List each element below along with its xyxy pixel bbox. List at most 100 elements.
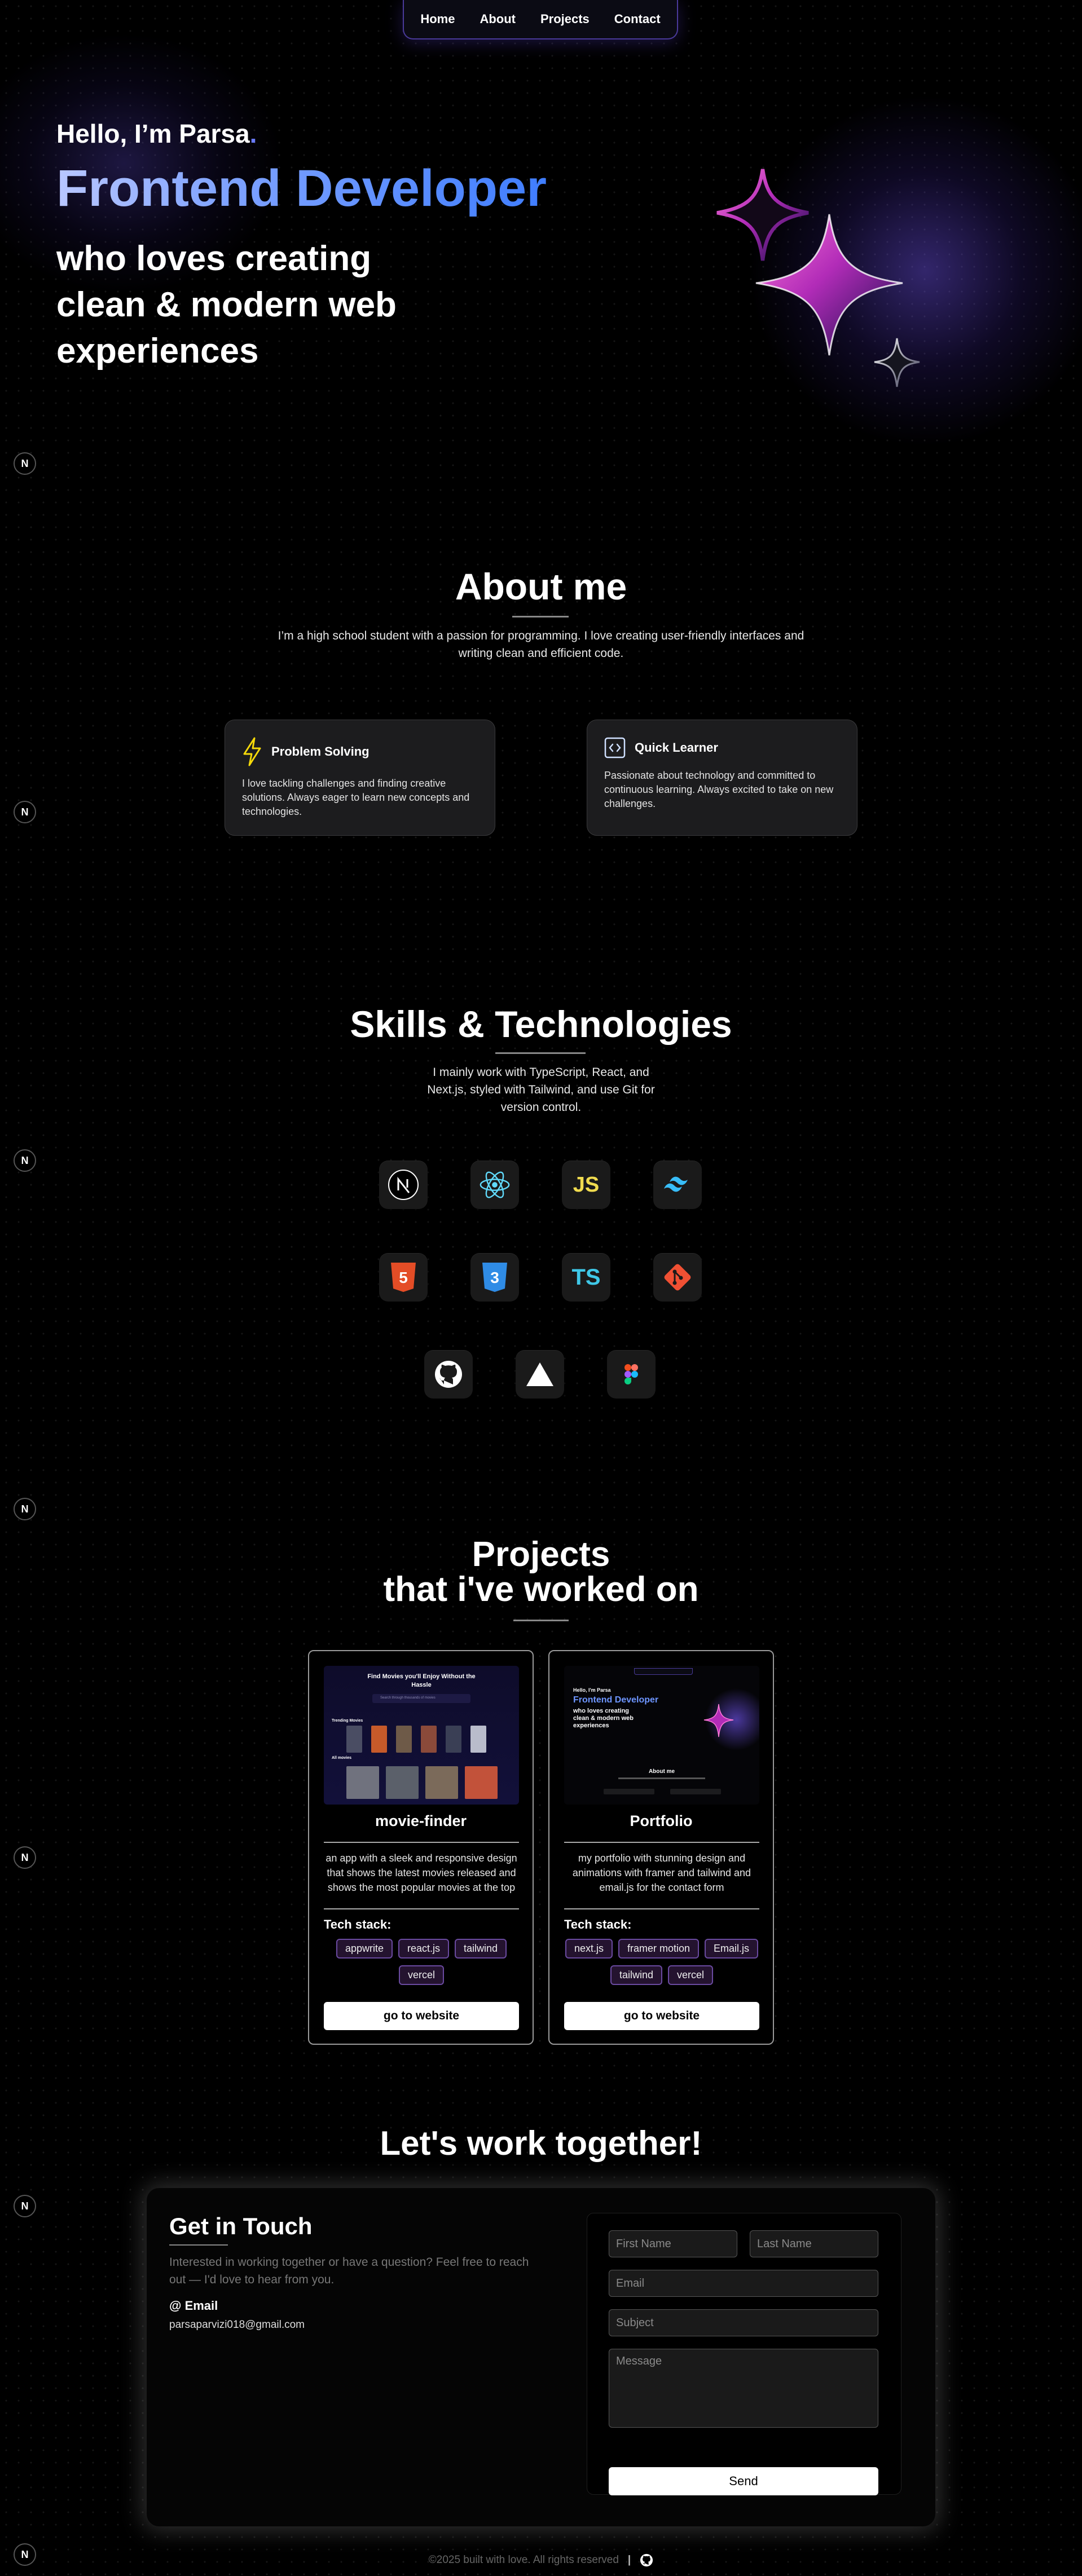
top-nav: Home About Projects Contact: [403, 0, 678, 39]
figma-skill[interactable]: [607, 1350, 656, 1399]
nav-about-link[interactable]: About: [480, 12, 516, 27]
nextjs-badge-icon[interactable]: N: [14, 1149, 36, 1172]
footer-text: ©2025 built with love. All rights reserv…: [428, 2554, 619, 2566]
hero-greeting: Hello, I’m Parsa.: [56, 118, 257, 149]
vercel-skill[interactable]: [516, 1350, 564, 1399]
skills-text: I mainly work with TypeScript, React, an…: [427, 1066, 655, 1114]
tech-stack-tags: appwrite react.js tailwind vercel: [324, 1939, 519, 1985]
project-screenshot-hello: Hello, I'm Parsa: [573, 1687, 611, 1693]
css3-skill[interactable]: 3: [470, 1253, 519, 1302]
nextjs-badge-icon[interactable]: N: [14, 801, 36, 823]
nextjs-skill[interactable]: [379, 1161, 428, 1209]
project-screenshot-trending: Trending Movies: [332, 1719, 363, 1723]
tech-stack-tags: next.js framer motion Email.js tailwind …: [564, 1939, 759, 1985]
javascript-icon: JS: [573, 1172, 600, 1197]
nav-projects-link[interactable]: Projects: [540, 12, 590, 27]
contact-form: Send: [587, 2213, 901, 2495]
git-skill[interactable]: [653, 1253, 702, 1302]
skills-title: Skills & Technologies: [350, 1003, 732, 1045]
project-screenshot-sub: who loves creating clean & modern web ex…: [573, 1708, 634, 1729]
project-card-portfolio: Hello, I'm Parsa Frontend Developer who …: [548, 1650, 774, 2045]
project-title: Portfolio: [630, 1812, 693, 1829]
project-description: an app with a sleek and responsive desig…: [326, 1852, 517, 1893]
project-title: movie-finder: [375, 1812, 467, 1829]
tailwind-icon: [664, 1176, 688, 1192]
javascript-skill[interactable]: JS: [562, 1161, 610, 1209]
contact-panel: Get in Touch Interested in working toget…: [147, 2188, 935, 2526]
tech-tag: appwrite: [336, 1939, 393, 1959]
about-title: About me: [455, 566, 627, 607]
nav-home-link[interactable]: Home: [420, 12, 455, 27]
project-screenshot-about: About me: [648, 1768, 675, 1775]
typescript-skill[interactable]: TS: [562, 1253, 610, 1302]
about-card-body: Passionate about technology and committe…: [604, 770, 834, 809]
tech-tag: tailwind: [610, 1965, 662, 1985]
tech-stack-label: Tech stack:: [564, 1917, 632, 1931]
tailwind-skill[interactable]: [653, 1161, 702, 1209]
project-screenshot: Hello, I'm Parsa Frontend Developer who …: [564, 1666, 759, 1805]
footer-separator: |: [627, 2554, 631, 2566]
tech-tag: next.js: [565, 1939, 613, 1959]
first-name-field[interactable]: [609, 2230, 737, 2257]
lightning-icon: [243, 737, 261, 766]
project-card-movie-finder: Find Movies you'll Enjoy Without the Has…: [308, 1650, 534, 2045]
last-name-field[interactable]: [750, 2230, 878, 2257]
project-screenshot-search: Search through thousands of movies: [372, 1694, 470, 1703]
go-to-website-button[interactable]: go to website: [564, 2002, 759, 2030]
send-button[interactable]: Send: [609, 2467, 878, 2495]
about-card-quick-learner: Quick Learner Passionate about technolog…: [587, 720, 857, 836]
css3-icon: 3: [482, 1263, 507, 1292]
nextjs-icon: [388, 1170, 419, 1200]
code-brackets-icon: [604, 737, 626, 758]
project-screenshot-role: Frontend Developer: [573, 1695, 659, 1705]
hero-role: Frontend Developer: [56, 160, 547, 217]
about-card-body: I love tackling challenges and finding c…: [242, 778, 470, 817]
email-field[interactable]: [609, 2270, 878, 2297]
footer: ©2025 built with love. All rights reserv…: [0, 2553, 1082, 2567]
nextjs-badge-icon[interactable]: N: [14, 452, 36, 475]
hero-subtitle: who loves creating clean & modern web ex…: [56, 239, 397, 370]
github-icon[interactable]: [640, 2553, 653, 2567]
nextjs-badge-icon[interactable]: N: [14, 1846, 36, 1869]
contact-section-title: Let's work together!: [380, 2124, 702, 2162]
html5-icon: 5: [391, 1263, 416, 1292]
email-address[interactable]: parsaparvizi018@gmail.com: [169, 2319, 305, 2331]
figma-icon: [624, 1364, 638, 1384]
github-icon: [435, 1361, 462, 1388]
github-skill[interactable]: [424, 1350, 473, 1399]
project-screenshot-sparkle-icon: [703, 1704, 734, 1737]
subject-field[interactable]: [609, 2309, 878, 2336]
go-to-website-button[interactable]: go to website: [324, 2002, 519, 2030]
about-text: I’m a high school student with a passion…: [278, 629, 804, 660]
contact-text: Interested in working together or have a…: [169, 2256, 529, 2286]
react-icon: [480, 1171, 510, 1198]
tech-tag: vercel: [668, 1965, 714, 1985]
projects-subtitle: that i've worked on: [383, 1570, 699, 1609]
react-skill[interactable]: [470, 1161, 519, 1209]
nav-contact-link[interactable]: Contact: [614, 12, 661, 27]
tech-tag: react.js: [398, 1939, 450, 1959]
project-divider: [564, 1842, 759, 1843]
git-icon: [664, 1264, 691, 1291]
hero-greeting-text: Hello, I’m Parsa: [56, 119, 250, 148]
projects-title-underline: [513, 1620, 569, 1621]
about-title-underline: [512, 616, 569, 617]
email-label: @ Email: [169, 2299, 218, 2313]
html5-skill[interactable]: 5: [379, 1253, 428, 1302]
about-card-problem-solving: Problem Solving I love tackling challeng…: [225, 720, 495, 836]
tech-tag: Email.js: [705, 1939, 759, 1959]
tech-tag: framer motion: [618, 1939, 700, 1959]
typescript-icon: TS: [571, 1264, 601, 1290]
contact-title: Get in Touch: [169, 2213, 313, 2239]
about-card-title: Problem Solving: [271, 744, 370, 758]
project-divider: [564, 1908, 759, 1909]
projects-title: Projects: [472, 1535, 610, 1574]
project-description: my portfolio with stunning design and an…: [572, 1852, 751, 1893]
nextjs-badge-icon[interactable]: N: [14, 1498, 36, 1520]
project-divider: [324, 1908, 519, 1909]
message-field[interactable]: [609, 2349, 878, 2428]
nextjs-badge-icon[interactable]: N: [14, 2195, 36, 2217]
vercel-icon: [526, 1362, 553, 1386]
sparkle-stars-icon: [716, 169, 920, 387]
contact-title-underline: [169, 2244, 228, 2246]
